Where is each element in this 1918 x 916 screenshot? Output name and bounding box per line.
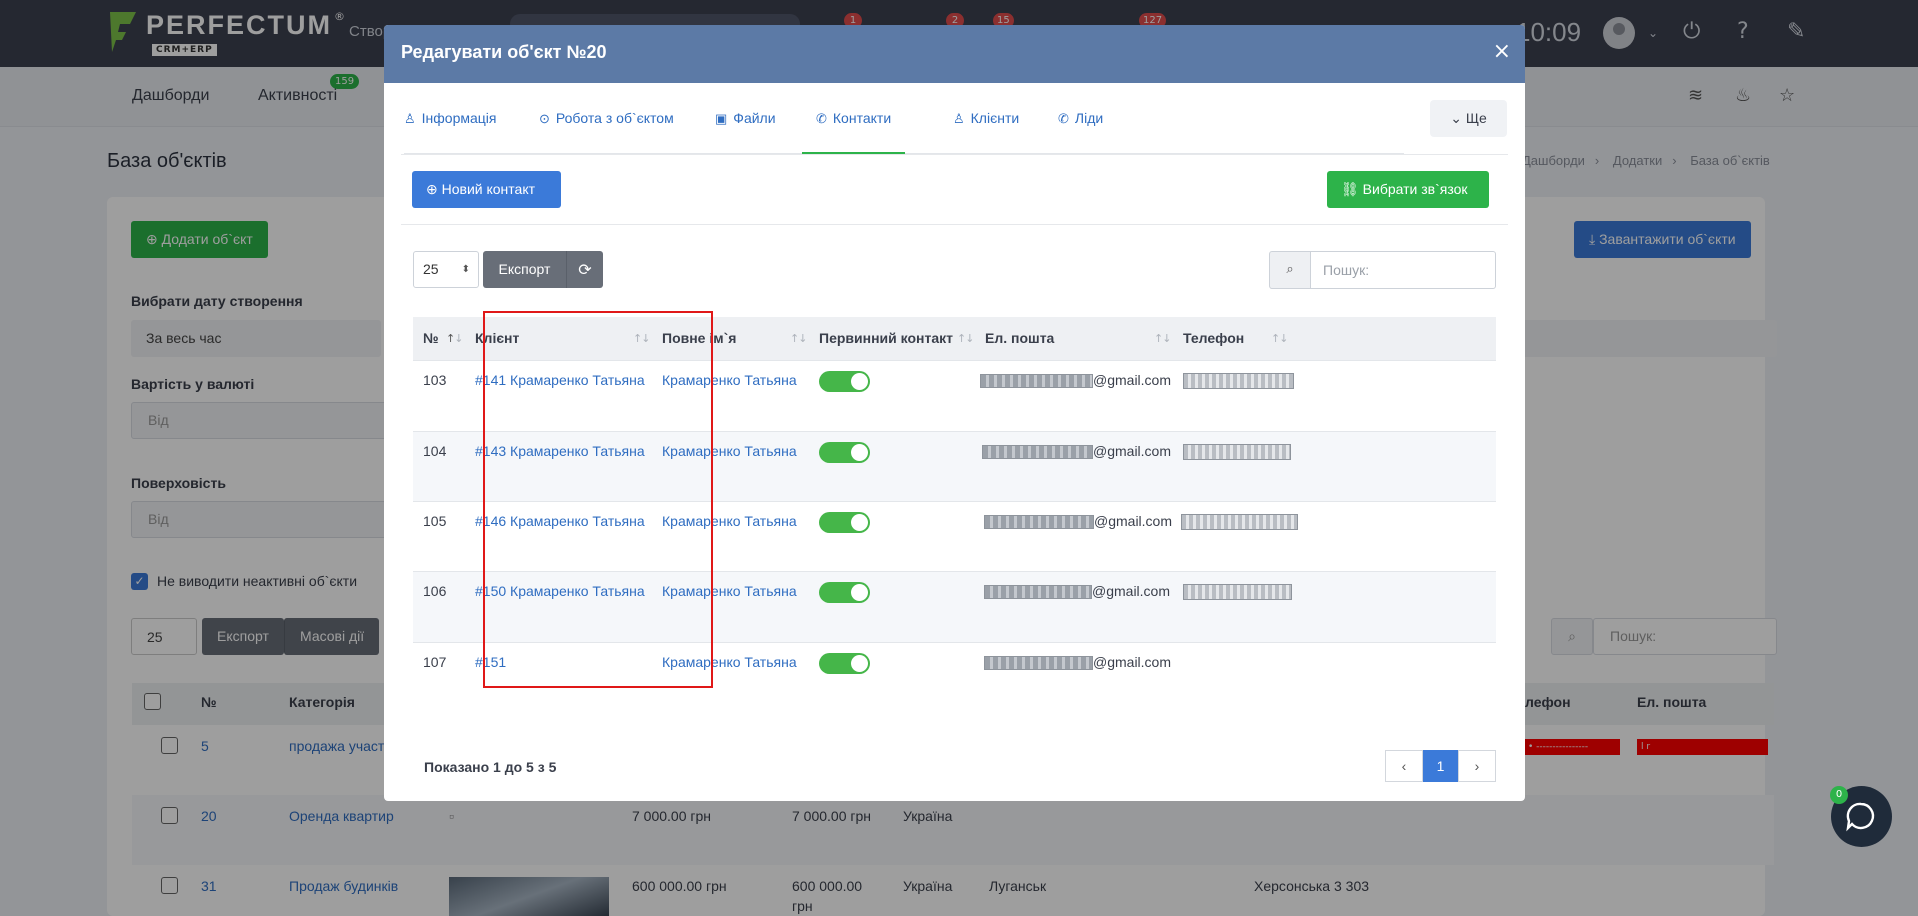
tab-leads[interactable]: ✆ Ліди — [1058, 97, 1103, 154]
primary-contact-toggle[interactable] — [819, 653, 870, 674]
choose-link-button[interactable]: ⛓ Вибрати зв`язок — [1327, 171, 1489, 208]
redacted-email-user — [984, 515, 1094, 530]
sort-icon[interactable]: ↑↓ — [1271, 317, 1288, 360]
tab-information[interactable]: ♙ Інформація — [404, 97, 497, 154]
row-email: @gmail.com — [984, 583, 1170, 600]
client-column-highlight — [483, 311, 713, 688]
redacted-email-user — [984, 656, 1093, 671]
redacted-phone — [1181, 514, 1298, 530]
chat-badge: 0 — [1830, 786, 1848, 804]
sort-asc-icon[interactable]: ↑↓ — [446, 317, 463, 360]
redacted-phone — [1183, 373, 1294, 389]
row-email: @gmail.com — [984, 513, 1172, 530]
redacted-email-user — [984, 585, 1092, 600]
new-contact-button[interactable]: ⊕ Новий контакт — [412, 171, 561, 208]
tab-contacts[interactable]: ✆ Контакти — [802, 97, 906, 154]
search-icon: ⌕ — [1269, 251, 1311, 289]
primary-contact-toggle[interactable] — [819, 512, 870, 533]
chevron-down-icon: ⌄ — [1450, 110, 1462, 126]
row-email: @gmail.com — [980, 372, 1171, 389]
redacted-email-user — [980, 374, 1093, 389]
row-num: 107 — [423, 654, 447, 670]
row-num: 106 — [423, 583, 447, 599]
refresh-icon[interactable]: ⟳ — [566, 251, 603, 288]
redacted-phone — [1183, 444, 1291, 460]
plus-circle-icon: ⊕ — [426, 181, 438, 197]
edit-object-modal: Редагувати об'єкт №20 × ♙ Інформація ⊙ Роб… — [384, 25, 1525, 801]
tab-clients[interactable]: ♙ Клієнти — [953, 97, 1019, 154]
column-header-primary-contact[interactable]: Первинний контакт — [819, 317, 953, 360]
sort-icon[interactable]: ↑↓ — [1154, 317, 1171, 360]
export-button[interactable]: Експорт — [483, 251, 566, 288]
row-email: @gmail.com — [982, 443, 1171, 460]
map-pin-icon: ⊙ — [539, 111, 550, 126]
pager-page-1[interactable]: 1 — [1423, 750, 1458, 782]
sort-icon[interactable]: ↑↓ — [957, 317, 974, 360]
page-size-select[interactable]: 25 ⬍ — [413, 251, 479, 288]
redacted-phone — [1183, 584, 1292, 600]
primary-contact-toggle[interactable] — [819, 371, 870, 392]
column-header-num[interactable]: № — [423, 317, 439, 360]
primary-contact-toggle[interactable] — [819, 582, 870, 603]
redacted-email-user — [982, 445, 1093, 460]
column-header-email[interactable]: Ел. пошта — [985, 317, 1054, 360]
row-email: @gmail.com — [984, 654, 1171, 671]
sort-icon[interactable]: ↑↓ — [790, 317, 807, 360]
pager-prev-button[interactable]: ‹ — [1385, 750, 1423, 782]
modal-title: Редагувати об'єкт №20 — [401, 42, 607, 62]
more-tabs-button[interactable]: ⌄ Ще — [1430, 100, 1507, 137]
divider — [401, 224, 1508, 225]
modal-header: Редагувати об'єкт №20 × — [384, 25, 1525, 83]
pager-next-button[interactable]: › — [1458, 750, 1496, 782]
primary-contact-toggle[interactable] — [819, 442, 870, 463]
contacts-search-input[interactable] — [1311, 251, 1496, 289]
divider — [401, 154, 1508, 155]
row-num: 103 — [423, 372, 447, 388]
row-num: 105 — [423, 513, 447, 529]
tab-files[interactable]: ▣ Файли — [715, 97, 776, 154]
sort-caret-icon: ⬍ — [461, 264, 470, 275]
phone-icon: ✆ — [816, 111, 827, 126]
phone-forward-icon: ✆ — [1058, 111, 1069, 126]
link-icon: ⛓ — [1341, 181, 1359, 197]
tab-object-work[interactable]: ⊙ Робота з об`єктом — [539, 97, 674, 154]
users-icon: ♙ — [953, 111, 965, 126]
image-icon: ▣ — [715, 111, 728, 126]
column-header-phone[interactable]: Телефон — [1183, 317, 1244, 360]
close-icon[interactable]: × — [1493, 39, 1511, 64]
row-num: 104 — [423, 443, 447, 459]
table-info: Показано 1 до 5 з 5 — [424, 759, 557, 775]
user-icon: ♙ — [404, 111, 416, 126]
modal-tabs: ♙ Інформація ⊙ Робота з об`єктом ▣ Файли ✆ К… — [404, 97, 1404, 154]
